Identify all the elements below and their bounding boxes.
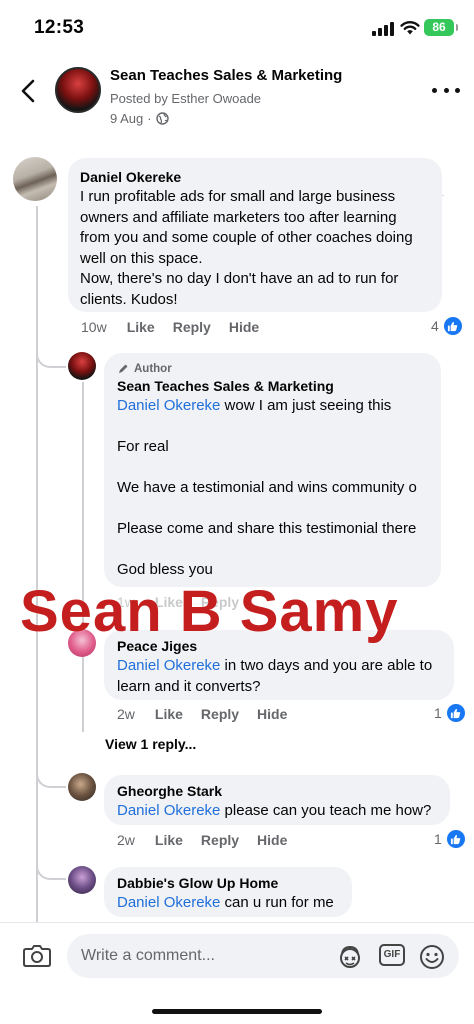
reply-actions: 2w Like Reply Hide <box>117 832 305 848</box>
thread-connector <box>36 770 66 788</box>
author-badge: Author <box>117 363 428 375</box>
like-button[interactable]: Like <box>155 832 183 848</box>
more-options-button[interactable] <box>432 80 460 100</box>
thread-line <box>82 382 84 732</box>
author-badge-label: Author <box>134 363 172 375</box>
reply-text: Daniel Okereke wow I am just seeing this… <box>117 396 428 581</box>
mention-link[interactable]: Daniel Okereke <box>117 397 220 414</box>
like-button[interactable]: Like <box>155 706 183 722</box>
comment-text: I run profitable ads for small and large… <box>80 188 413 308</box>
home-indicator <box>152 1009 322 1014</box>
comment-input[interactable]: Write a comment... GIF <box>67 934 459 978</box>
reply-button[interactable]: Reply <box>173 319 211 335</box>
gif-icon[interactable]: GIF <box>379 944 405 966</box>
comment-composer: Write a comment... GIF <box>0 922 474 1024</box>
hide-button[interactable]: Hide <box>229 319 259 335</box>
avatar[interactable] <box>68 773 96 801</box>
back-button[interactable] <box>14 76 42 106</box>
comment-actions: 10w Like Reply Hide <box>81 319 277 335</box>
hide-button[interactable]: Hide <box>257 706 287 722</box>
like-reaction-icon <box>446 830 465 848</box>
pen-icon <box>119 364 128 373</box>
globe-icon <box>155 112 169 125</box>
comment-author[interactable]: Daniel Okereke <box>80 168 430 187</box>
reply-time: 2w <box>117 832 135 848</box>
thread-line <box>36 206 38 930</box>
date-separator: · <box>147 111 152 126</box>
reaction-count[interactable]: 4 <box>431 317 462 335</box>
mention-link[interactable]: Daniel Okereke <box>117 894 220 911</box>
comment-placeholder: Write a comment... <box>81 947 215 964</box>
page-title[interactable]: Sean Teaches Sales & Marketing <box>110 67 342 84</box>
status-bar: 12:53 86 <box>0 0 474 54</box>
like-reaction-icon <box>446 704 465 722</box>
reaction-number: 1 <box>434 831 442 847</box>
watermark: Sean B Samy <box>20 579 399 644</box>
reply-button[interactable]: Reply <box>201 706 239 722</box>
cellular-signal-icon <box>372 22 394 36</box>
avatar[interactable] <box>13 157 57 201</box>
like-button[interactable]: Like <box>127 319 155 335</box>
status-time: 12:53 <box>34 17 85 38</box>
post-header: Sean Teaches Sales & Marketing Posted by… <box>0 58 474 196</box>
thread-connector <box>36 862 66 880</box>
reaction-number: 1 <box>434 705 442 721</box>
reply-author[interactable]: Sean Teaches Sales & Marketing <box>117 377 428 396</box>
reply-body: please can you teach me how? <box>220 802 432 819</box>
post-date-text: 9 Aug <box>110 111 144 126</box>
reply-body: can u run for me <box>220 894 334 911</box>
hide-button[interactable]: Hide <box>257 832 287 848</box>
reply-text: Daniel Okereke in two days and you are a… <box>117 656 441 697</box>
avatar-sticker-icon[interactable] <box>337 944 363 970</box>
reply-button[interactable]: Reply <box>201 832 239 848</box>
reply-text: Daniel Okereke can u run for me <box>117 893 339 914</box>
page-avatar[interactable] <box>55 67 101 113</box>
chevron-left-icon <box>21 79 35 103</box>
reply-text: Daniel Okereke please can you teach me h… <box>117 801 437 822</box>
mention-link[interactable]: Daniel Okereke <box>117 657 220 674</box>
reply-time: 2w <box>117 706 135 722</box>
avatar[interactable] <box>68 866 96 894</box>
reply-body: wow I am just seeing this For real We ha… <box>117 397 417 578</box>
posted-by: Posted by Esther Owoade <box>110 91 262 106</box>
comment-time: 10w <box>81 319 107 335</box>
comment-bubble: Daniel Okereke I run profitable ads for … <box>68 158 442 312</box>
avatar[interactable] <box>68 352 96 380</box>
view-replies-link[interactable]: View 1 reply... <box>105 736 196 752</box>
wifi-icon <box>400 21 420 35</box>
reaction-count[interactable]: 1 <box>434 704 465 722</box>
reaction-number: 4 <box>431 318 439 334</box>
reaction-count[interactable]: 1 <box>434 830 465 848</box>
reply-bubble: Gheorghe Stark Daniel Okereke please can… <box>104 775 450 825</box>
reply-bubble: Dabbie's Glow Up Home Daniel Okereke can… <box>104 867 352 917</box>
camera-icon[interactable] <box>22 941 52 969</box>
reply-bubble: Author Sean Teaches Sales & Marketing Da… <box>104 353 441 587</box>
post-date: 9 Aug · <box>110 111 169 126</box>
battery-icon: 86 <box>424 19 458 36</box>
like-reaction-icon <box>443 317 462 335</box>
emoji-icon[interactable] <box>419 944 445 970</box>
reply-author[interactable]: Dabbie's Glow Up Home <box>117 874 339 893</box>
mention-link[interactable]: Daniel Okereke <box>117 802 220 819</box>
reply-author[interactable]: Gheorghe Stark <box>117 782 437 801</box>
thread-connector <box>36 350 66 368</box>
reply-actions: 2w Like Reply Hide <box>117 706 305 722</box>
